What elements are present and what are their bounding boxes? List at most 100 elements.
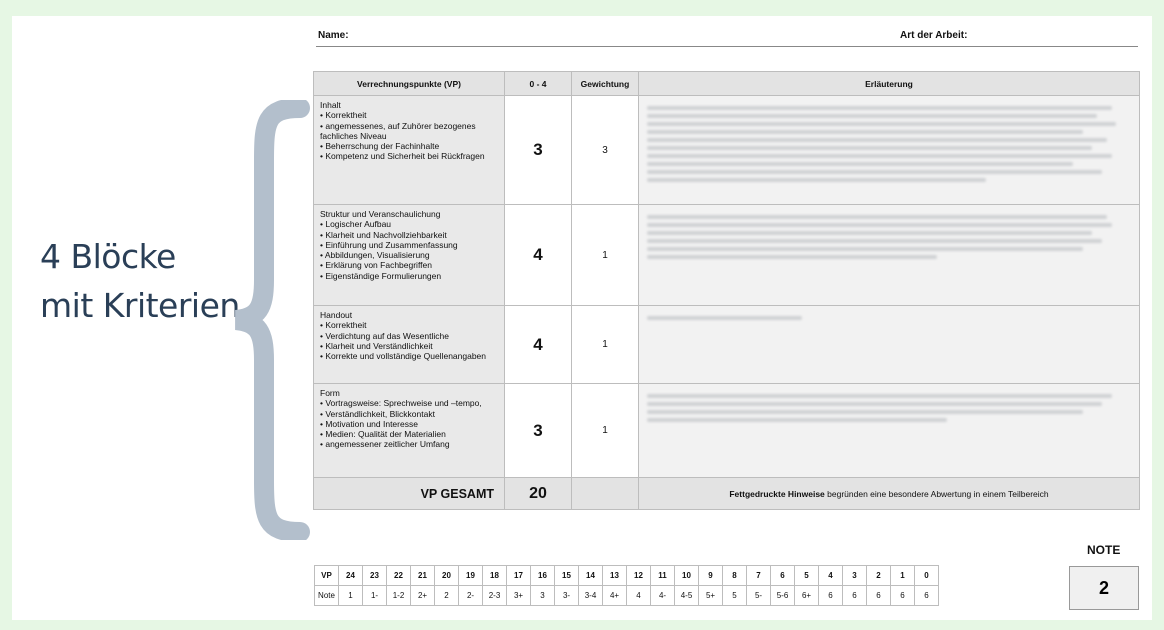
- grade-scale-table: VP 24 23 22 21 20 19 18 17 16 15 14 13 12 11 10 9 8 7 6 5 4 3…: [314, 565, 939, 606]
- scale-note-row: Note 1 1- 1-2 2+ 2 2- 2-3 3+ 3 3- 3-4 4+ 4 4- 4-5 5+ 5 5-…: [314, 585, 939, 606]
- scale-vp-cell: 20: [434, 565, 459, 586]
- criteria-cell-inhalt: Inhalt • Korrektheit • angemessenes, auf…: [313, 95, 505, 205]
- scale-vp-cell: 22: [386, 565, 411, 586]
- scale-vp-cell: 9: [698, 565, 723, 586]
- criteria-item: • angemessener zeitlicher Umfang: [320, 439, 450, 450]
- scale-note-cell: 2-3: [482, 585, 507, 606]
- scale-note-cell: 4-: [650, 585, 675, 606]
- criteria-item: • Verdichtung auf das Wesentliche: [320, 330, 449, 341]
- criteria-item: • Logischer Aufbau: [320, 219, 392, 230]
- scale-vp-cell: 12: [626, 565, 651, 586]
- scale-vp-cell: 4: [818, 565, 843, 586]
- scale-note-cell: 6: [866, 585, 891, 606]
- scale-vp-cell: 11: [650, 565, 675, 586]
- curly-brace-icon: [234, 100, 310, 540]
- scale-note-cell: 4-5: [674, 585, 699, 606]
- table-row: Struktur und Veranschaulichung • Logisch…: [313, 204, 1140, 306]
- total-note: Fettgedruckte Hinweise begründen eine be…: [638, 477, 1140, 510]
- criteria-cell-handout: Handout • Korrektheit • Verdichtung auf …: [313, 305, 505, 384]
- scale-note-cell: 6: [818, 585, 843, 606]
- criteria-item: • Erklärung von Fachbegriffen: [320, 260, 432, 271]
- scale-note-cell: 2-: [458, 585, 483, 606]
- criteria-title: Handout: [320, 310, 353, 320]
- scale-note-cell: 5-6: [770, 585, 795, 606]
- score-cell: 4: [504, 204, 572, 306]
- scale-note-cell: 1: [338, 585, 363, 606]
- scale-vp-cell: 17: [506, 565, 531, 586]
- criteria-item: • Vortragsweise: Sprechweise und –tempo,: [320, 398, 482, 409]
- scale-vp-cell: 5: [794, 565, 819, 586]
- criteria-item: • Abbildungen, Visualisierung: [320, 250, 430, 261]
- col-header-range: 0 - 4: [504, 71, 572, 96]
- scale-vp-cell: 15: [554, 565, 579, 586]
- criteria-item: • angemessenes, auf Zuhörer bezogenes fa…: [320, 120, 476, 141]
- scale-vp-cell: 24: [338, 565, 363, 586]
- explanation-cell-blurred: [638, 95, 1140, 205]
- scale-vp-row: VP 24 23 22 21 20 19 18 17 16 15 14 13 12 11 10 9 8 7 6 5 4 3…: [314, 565, 939, 586]
- scale-vp-cell: 3: [842, 565, 867, 586]
- scale-note-cell: 5+: [698, 585, 723, 606]
- score-cell: 3: [504, 383, 572, 478]
- criteria-title: Inhalt: [320, 100, 341, 110]
- scale-vp-cell: 8: [722, 565, 747, 586]
- criteria-item: • Korrekte und vollständige Quellenangab…: [320, 351, 487, 362]
- col-header-weight: Gewichtung: [571, 71, 639, 96]
- scale-note-label: Note: [314, 585, 339, 606]
- scale-note-cell: 5: [722, 585, 747, 606]
- scale-note-cell: 5-: [746, 585, 771, 606]
- score-cell: 3: [504, 95, 572, 205]
- criteria-item: • Korrektheit: [320, 320, 367, 331]
- scale-note-cell: 6: [914, 585, 939, 606]
- table-row: Form • Vortragsweise: Sprechweise und –t…: [313, 383, 1140, 478]
- annotation-line-2: mit Kriterien: [40, 286, 240, 325]
- scale-vp-cell: 6: [770, 565, 795, 586]
- total-weight-empty: [571, 477, 639, 510]
- scale-vp-cell: 7: [746, 565, 771, 586]
- scale-vp-cell: 21: [410, 565, 435, 586]
- weight-cell: 1: [571, 383, 639, 478]
- scale-note-cell: 3+: [506, 585, 531, 606]
- scale-vp-cell: 19: [458, 565, 483, 586]
- scale-note-cell: 2+: [410, 585, 435, 606]
- weight-cell: 1: [571, 204, 639, 306]
- scale-note-cell: 3-: [554, 585, 579, 606]
- explanation-cell-blurred: [638, 305, 1140, 384]
- total-note-bold: Fettgedruckte Hinweise: [729, 488, 825, 499]
- scale-vp-label: VP: [314, 565, 339, 586]
- art-der-arbeit-label: Art der Arbeit:: [900, 30, 968, 41]
- grade-value-box: 2: [1069, 566, 1139, 610]
- scale-note-cell: 4+: [602, 585, 627, 606]
- name-label: Name:: [318, 30, 349, 41]
- col-header-explanation: Erläuterung: [638, 71, 1140, 96]
- scale-note-cell: 3: [530, 585, 555, 606]
- scale-vp-cell: 14: [578, 565, 603, 586]
- explanation-cell-blurred: [638, 204, 1140, 306]
- scale-note-cell: 6: [842, 585, 867, 606]
- scale-note-cell: 4: [626, 585, 651, 606]
- criteria-item: • Beherrschung der Fachinhalte: [320, 141, 440, 152]
- scale-vp-cell: 18: [482, 565, 507, 586]
- criteria-item: • Eigenständige Formulierungen: [320, 270, 442, 281]
- blocks-annotation: 4 Blöcke mit Kriterien: [40, 232, 240, 330]
- total-note-rest: begründen eine besondere Abwertung in ei…: [824, 488, 1049, 499]
- total-value: 20: [504, 477, 572, 510]
- criteria-item: • Klarheit und Verständlichkeit: [320, 340, 433, 351]
- scale-vp-cell: 10: [674, 565, 699, 586]
- criteria-item: • Motivation und Interesse: [320, 418, 418, 429]
- weight-cell: 3: [571, 95, 639, 205]
- criteria-item: • Medien: Qualität der Materialien: [320, 429, 446, 440]
- annotation-line-1: 4 Blöcke: [40, 237, 176, 276]
- scale-vp-cell: 1: [890, 565, 915, 586]
- criteria-item: • Korrektheit: [320, 110, 367, 121]
- scale-vp-cell: 0: [914, 565, 939, 586]
- table-header-row: Verrechnungspunkte (VP) 0 - 4 Gewichtung…: [313, 71, 1140, 96]
- scale-vp-cell: 16: [530, 565, 555, 586]
- criteria-title: Form: [320, 388, 340, 398]
- table-row: Handout • Korrektheit • Verdichtung auf …: [313, 305, 1140, 384]
- scale-note-cell: 1-2: [386, 585, 411, 606]
- scale-vp-cell: 13: [602, 565, 627, 586]
- criteria-item: • Klarheit und Nachvollziehbarkeit: [320, 229, 447, 240]
- scale-note-cell: 2: [434, 585, 459, 606]
- header-divider: [316, 46, 1138, 47]
- scale-note-cell: 1-: [362, 585, 387, 606]
